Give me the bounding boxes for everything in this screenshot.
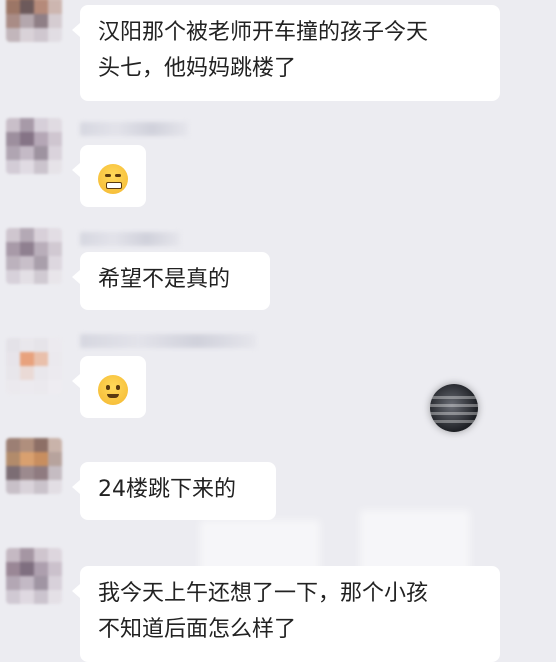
avatar[interactable] <box>6 338 62 394</box>
avatar[interactable] <box>6 548 62 604</box>
message-bubble[interactable] <box>72 145 146 207</box>
message-bubble[interactable] <box>72 356 146 418</box>
message-bubble[interactable]: 24楼跳下来的 <box>72 462 276 520</box>
avatar[interactable] <box>6 0 62 42</box>
nickname <box>80 334 256 348</box>
message-text: 汉阳那个被老师开车撞的孩子今天 <box>98 20 429 45</box>
avatar[interactable] <box>6 438 62 494</box>
floating-ball-icon[interactable] <box>430 384 478 432</box>
message-text: 我今天上午还想了一下，那个小孩 <box>98 581 429 606</box>
nickname <box>80 232 180 246</box>
message-bubble[interactable]: 希望不是真的 <box>72 252 270 310</box>
nickname <box>80 122 188 136</box>
message-text: 不知道后面怎么样了 <box>98 617 297 642</box>
message-text: 24楼跳下来的 <box>98 477 236 502</box>
message-bubble[interactable]: 我今天上午还想了一下，那个小孩 不知道后面怎么样了 <box>72 566 500 662</box>
message-text: 头七，他妈妈跳楼了 <box>98 56 297 81</box>
smile-emoji-icon <box>98 375 128 405</box>
grimace-emoji-icon <box>98 164 128 194</box>
message-text: 希望不是真的 <box>98 267 231 292</box>
message-bubble[interactable]: 汉阳那个被老师开车撞的孩子今天 头七，他妈妈跳楼了 <box>72 5 500 101</box>
avatar[interactable] <box>6 228 62 284</box>
avatar[interactable] <box>6 118 62 174</box>
